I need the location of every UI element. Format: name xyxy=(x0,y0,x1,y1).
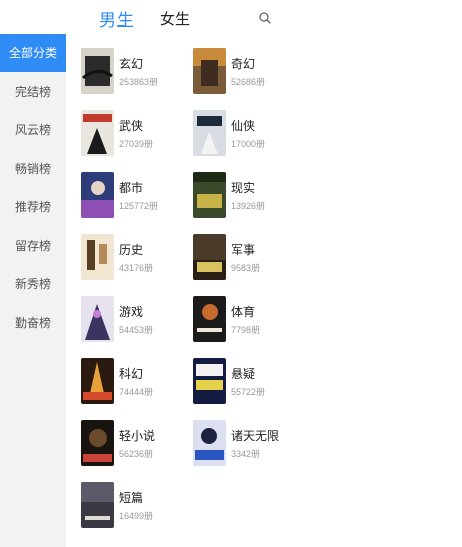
book-cover xyxy=(193,296,226,342)
sidebar-item-newcomer[interactable]: 新秀榜 xyxy=(0,265,66,303)
category-name: 诸天无限 xyxy=(231,429,280,443)
active-tab-indicator xyxy=(117,25,125,27)
book-cover xyxy=(193,234,226,280)
category-name: 体育 xyxy=(231,305,256,319)
category-name: 悬疑 xyxy=(231,367,256,381)
category-lishi[interactable]: 历史 43176册 xyxy=(81,232,191,284)
category-count: 52686册 xyxy=(231,77,266,87)
category-xianshi[interactable]: 现实 13926册 xyxy=(193,170,303,222)
book-cover xyxy=(193,358,226,404)
category-kehuan[interactable]: 科幻 74444册 xyxy=(81,356,191,408)
sidebar-item-diligent[interactable]: 勤奋榜 xyxy=(0,304,66,342)
tab-female[interactable]: 女生 xyxy=(160,8,190,29)
category-xuanyi[interactable]: 悬疑 55722册 xyxy=(193,356,303,408)
category-name: 武侠 xyxy=(119,119,144,133)
sidebar-item-all-categories[interactable]: 全部分类 xyxy=(0,34,66,72)
category-count: 54453册 xyxy=(119,325,154,335)
category-count: 13926册 xyxy=(231,201,266,211)
category-count: 125772册 xyxy=(119,201,159,211)
category-youxi[interactable]: 游戏 54453册 xyxy=(81,294,191,346)
category-name: 科幻 xyxy=(119,367,144,381)
category-name: 游戏 xyxy=(119,305,144,319)
category-xianxia[interactable]: 仙侠 17000册 xyxy=(193,108,303,160)
category-count: 253863册 xyxy=(119,77,159,87)
book-cover xyxy=(193,172,226,218)
book-cover xyxy=(81,172,114,218)
sidebar-item-fengyun[interactable]: 风云榜 xyxy=(0,111,66,149)
book-cover xyxy=(81,420,114,466)
book-cover xyxy=(193,48,226,94)
category-junshi[interactable]: 军事 9583册 xyxy=(193,232,303,284)
category-duanpian[interactable]: 短篇 16499册 xyxy=(81,480,191,532)
category-grid: 玄幻 253863册 奇幻 52686册 武侠 27039册 仙侠 17000册… xyxy=(66,34,462,547)
category-count: 43176册 xyxy=(119,263,154,273)
category-name: 轻小说 xyxy=(119,429,156,443)
category-xuanhuan[interactable]: 玄幻 253863册 xyxy=(81,46,191,98)
book-cover xyxy=(81,296,114,342)
category-name: 奇幻 xyxy=(231,57,256,71)
category-name: 玄幻 xyxy=(119,57,144,71)
category-count: 74444册 xyxy=(119,387,154,397)
category-count: 9583册 xyxy=(231,263,261,273)
book-cover xyxy=(81,358,114,404)
book-cover xyxy=(81,48,114,94)
category-name: 短篇 xyxy=(119,491,144,505)
category-count: 3342册 xyxy=(231,449,261,459)
category-name: 现实 xyxy=(231,181,256,195)
sidebar-item-retention[interactable]: 留存榜 xyxy=(0,227,66,265)
category-name: 都市 xyxy=(119,181,144,195)
sidebar-item-recommended[interactable]: 推荐榜 xyxy=(0,188,66,226)
book-cover xyxy=(193,110,226,156)
book-cover xyxy=(81,482,114,528)
book-cover xyxy=(193,420,226,466)
sidebar-item-bestseller[interactable]: 畅销榜 xyxy=(0,150,66,188)
category-name: 历史 xyxy=(119,243,144,257)
search-icon[interactable] xyxy=(257,10,273,26)
category-dushi[interactable]: 都市 125772册 xyxy=(81,170,191,222)
book-cover xyxy=(81,110,114,156)
category-qingxiaoshuo[interactable]: 轻小说 56236册 xyxy=(81,418,191,470)
category-name: 军事 xyxy=(231,243,256,257)
category-count: 17000册 xyxy=(231,139,266,149)
sidebar-item-completed[interactable]: 完结榜 xyxy=(0,73,66,111)
category-zhutian-wuxian[interactable]: 诸天无限 3342册 xyxy=(193,418,303,470)
category-name: 仙侠 xyxy=(231,119,256,133)
category-count: 27039册 xyxy=(119,139,154,149)
category-qihuan[interactable]: 奇幻 52686册 xyxy=(193,46,303,98)
sidebar: 全部分类 完结榜 风云榜 畅销榜 推荐榜 留存榜 新秀榜 勤奋榜 xyxy=(0,34,66,547)
top-tab-bar: 男生 女生 xyxy=(0,0,462,34)
book-cover xyxy=(81,234,114,280)
category-count: 7798册 xyxy=(231,325,261,335)
category-count: 16499册 xyxy=(119,511,154,521)
category-tiyu[interactable]: 体育 7798册 xyxy=(193,294,303,346)
category-count: 56236册 xyxy=(119,449,154,459)
category-count: 55722册 xyxy=(231,387,266,397)
tab-male[interactable]: 男生 xyxy=(99,6,135,31)
category-wuxia[interactable]: 武侠 27039册 xyxy=(81,108,191,160)
